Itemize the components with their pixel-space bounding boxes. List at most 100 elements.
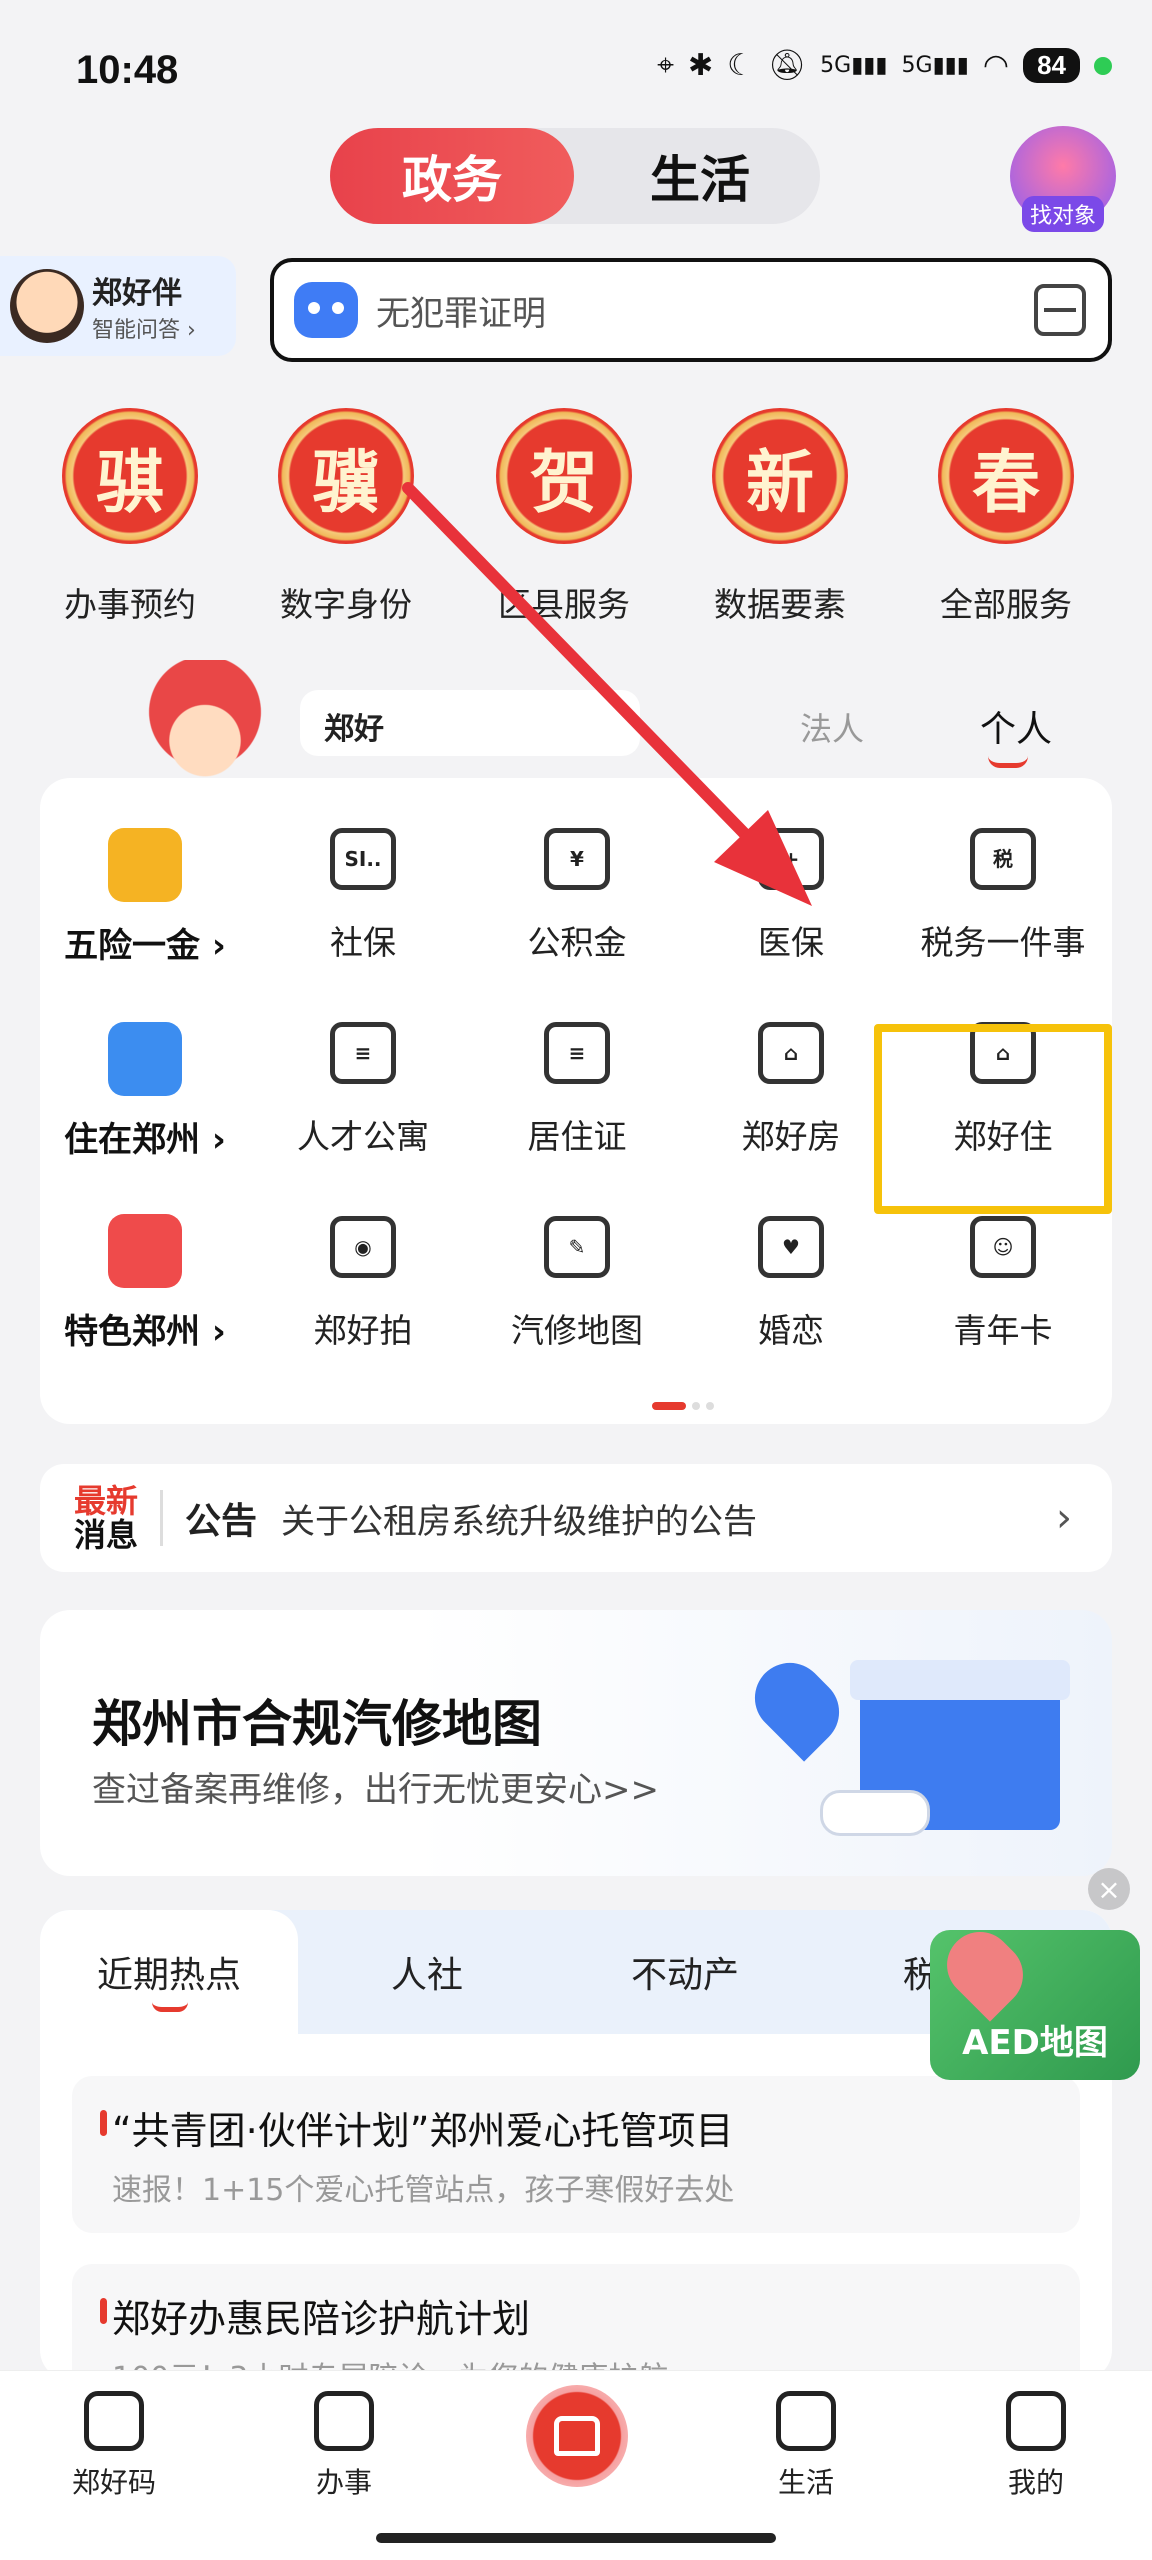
car-repair-banner[interactable]: 郑州市合规汽修地图 查过备案再维修，出行无忧更安心>> <box>40 1610 1112 1876</box>
youth-card-icon: ☺ <box>970 1216 1036 1278</box>
assistant-avatar <box>10 269 84 343</box>
camera-icon: ◉ <box>330 1216 396 1278</box>
signal-icon: 5G▮▮▮ <box>820 53 888 78</box>
item-marker <box>100 2298 107 2324</box>
service-house-person[interactable]: ⌂ 郑好房 <box>684 1022 898 1158</box>
festive-seal-icon: 贺 <box>496 408 632 544</box>
topic-tab-2[interactable]: 不动产 <box>556 1910 814 2034</box>
quick-service-4[interactable]: 春全部服务 <box>936 408 1076 626</box>
home-icon <box>554 2416 600 2456</box>
service-youth-card[interactable]: ☺ 青年卡 <box>896 1216 1110 1352</box>
mode-switch[interactable]: 政务 生活 <box>330 128 820 224</box>
nav-profile[interactable]: 我的 <box>966 2391 1106 2501</box>
smart-assistant[interactable]: 郑好伴 智能问答 › <box>0 256 236 356</box>
topic-item[interactable]: 郑好办惠民陪诊护航计划100元！3小时专属陪诊，为您的健康护航 <box>72 2264 1080 2380</box>
qr-code-icon <box>84 2391 144 2451</box>
assistant-name: 郑好伴 <box>92 276 182 311</box>
item-marker <box>100 2110 107 2136</box>
quick-service-0[interactable]: 骐办事预约 <box>60 408 200 626</box>
si-card-icon: SI.. <box>330 828 396 890</box>
quick-service-label: 数字身份 <box>280 585 412 624</box>
service-tabs: 郑好 法人 个人 <box>300 690 1112 790</box>
category-label: 五险一金 › <box>64 926 226 966</box>
service-label: 汽修地图 <box>511 1311 643 1350</box>
tab-personal[interactable]: 个人 <box>980 700 1052 752</box>
festive-seal-icon: 春 <box>938 408 1074 544</box>
category-0[interactable]: 五险一金 › <box>40 828 250 967</box>
heart-chat-icon <box>776 2391 836 2451</box>
service-label: 税务一件事 <box>920 923 1086 962</box>
mute-icon: 🔕︎ <box>768 48 807 83</box>
talent-apartment-icon: ≡ <box>330 1022 396 1084</box>
nav-task[interactable]: 办事 <box>274 2391 414 2501</box>
profile-icon <box>1006 2391 1066 2451</box>
topic-item-title: 郑好办惠民陪诊护航计划 <box>112 2297 531 2341</box>
category-2[interactable]: 特色郑州 › <box>40 1214 250 1353</box>
news-bar[interactable]: 最新 消息 公告 关于公租房系统升级维护的公告 › <box>40 1464 1112 1572</box>
search-bar[interactable]: 无犯罪证明 <box>270 258 1112 362</box>
topic-tab-0[interactable]: 近期热点 <box>40 1910 298 2034</box>
search-placeholder: 无犯罪证明 <box>376 293 546 334</box>
status-time: 10:48 <box>76 48 179 92</box>
topic-active-indicator <box>152 2002 188 2012</box>
topic-item[interactable]: “共青团·伙伴计划”郑州爱心托管项目 速报！1+15个爱心托管站点，孩子寒假好去处 <box>72 2076 1080 2233</box>
home-indicator <box>376 2533 776 2543</box>
festive-seal-icon: 骥 <box>278 408 414 544</box>
dating-mascot-label: 找对象 <box>1021 196 1104 232</box>
bluetooth-icon: ✱ <box>688 48 714 83</box>
service-label: 郑好房 <box>741 1117 841 1156</box>
category-icon <box>108 1022 182 1096</box>
scan-icon[interactable] <box>1034 284 1086 336</box>
service-camera[interactable]: ◉ 郑好拍 <box>256 1216 470 1352</box>
service-tax[interactable]: 税税务一件事 <box>896 828 1110 964</box>
tab-active-indicator <box>988 756 1028 768</box>
festive-seal-icon: 新 <box>712 408 848 544</box>
nav-qr-code[interactable]: 郑好码 <box>44 2391 184 2501</box>
news-type: 公告 <box>185 1501 258 1542</box>
robot-icon <box>294 282 358 338</box>
bottom-nav: 郑好码 办事 生活 我的 <box>0 2370 1152 2560</box>
service-yuan-house[interactable]: ¥ 公积金 <box>470 828 684 964</box>
close-icon[interactable]: × <box>1088 1868 1130 1910</box>
category-1[interactable]: 住在郑州 › <box>40 1022 250 1161</box>
tab-legal-entity[interactable]: 法人 <box>800 704 864 750</box>
house-person-icon: ⌂ <box>758 1022 824 1084</box>
wifi-icon: ◠ <box>982 48 1010 83</box>
service-si-card[interactable]: SI.. 社保 <box>256 828 470 964</box>
topic-tab-1[interactable]: 人社 <box>298 1910 556 2034</box>
service-residence-permit[interactable]: ≡ 居住证 <box>470 1022 684 1158</box>
quick-service-1[interactable]: 骥数字身份 <box>276 408 416 626</box>
tab-life[interactable]: 生活 <box>590 128 810 224</box>
dating-mascot-button[interactable]: 找对象 <box>1010 126 1116 232</box>
nav-heart-chat[interactable]: 生活 <box>736 2391 876 2501</box>
service-bear-heart[interactable]: ♥ 婚恋 <box>684 1216 898 1352</box>
location-icon: ⌖ <box>657 48 674 83</box>
brand-tab: 郑好 <box>300 690 640 756</box>
privacy-dot <box>1094 56 1112 75</box>
service-talent-apartment[interactable]: ≡ 人才公寓 <box>256 1022 470 1158</box>
service-label: 医保 <box>758 923 824 962</box>
quick-service-3[interactable]: 新数据要素 <box>710 408 850 626</box>
lion-mascot <box>120 660 290 790</box>
service-label: 公积金 <box>527 923 627 962</box>
banner-title: 郑州市合规汽修地图 <box>92 1695 542 1753</box>
car-repair-icon: ✎ <box>544 1216 610 1278</box>
service-medical-card[interactable]: + 医保 <box>684 828 898 964</box>
category-label: 住在郑州 › <box>64 1120 226 1160</box>
tab-government[interactable]: 政务 <box>330 128 574 224</box>
service-label: 居住证 <box>527 1117 627 1156</box>
residence-permit-icon: ≡ <box>544 1022 610 1084</box>
home-button[interactable] <box>526 2385 628 2487</box>
medical-card-icon: + <box>758 828 824 890</box>
status-icons: ⌖ ✱ ☾ 🔕︎ 5G▮▮▮ 5G▮▮▮ ◠ 84 <box>657 48 1112 83</box>
festive-seal-icon: 骐 <box>62 408 198 544</box>
service-car-repair[interactable]: ✎ 汽修地图 <box>470 1216 684 1352</box>
service-label: 社保 <box>330 923 396 962</box>
bear-heart-icon: ♥ <box>758 1216 824 1278</box>
nav-label: 我的 <box>1007 2466 1064 2499</box>
tax-icon: 税 <box>970 828 1036 890</box>
car-illustration <box>820 1790 930 1836</box>
quick-service-2[interactable]: 贺区县服务 <box>494 408 634 626</box>
yuan-house-icon: ¥ <box>544 828 610 890</box>
highlight-box <box>874 1024 1112 1214</box>
